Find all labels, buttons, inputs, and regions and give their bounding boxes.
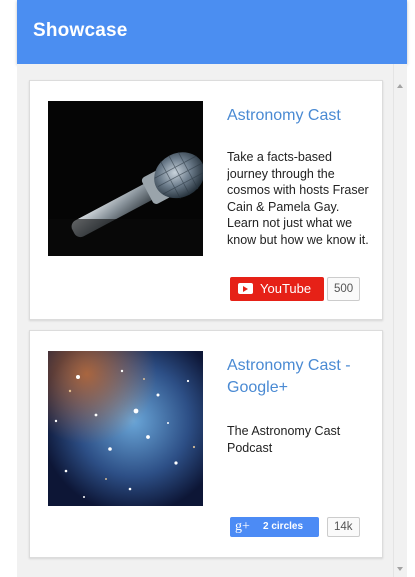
google-plus-button-label: 2 circles — [263, 521, 304, 532]
youtube-subscribe-button[interactable]: YouTube — [230, 277, 324, 301]
galaxy-image[interactable] — [48, 351, 203, 506]
card-description: Take a facts-based journey through the c… — [227, 150, 369, 247]
card-title-link[interactable]: Astronomy Cast — [227, 105, 377, 127]
card-title-link[interactable]: Astronomy Cast - Google+ — [227, 355, 377, 399]
subscriber-count: 500 — [327, 277, 361, 301]
scroll-up-icon[interactable] — [397, 84, 403, 88]
scrollbar[interactable] — [393, 64, 407, 577]
google-plus-follow-button[interactable]: g+ 2 circles — [230, 517, 319, 537]
showcase-list[interactable]: Astronomy Cast Take a facts-based journe… — [17, 64, 393, 577]
scroll-down-icon[interactable] — [397, 567, 403, 571]
showcase-card: Astronomy Cast Take a facts-based journe… — [29, 80, 383, 320]
google-plus-icon: g+ — [235, 519, 250, 534]
app-header: Showcase — [17, 0, 407, 64]
youtube-button-label: YouTube — [260, 281, 312, 296]
header-title: Showcase — [33, 20, 128, 41]
showcase-card: Astronomy Cast - Google+ The Astronomy C… — [29, 330, 383, 558]
microphone-image[interactable] — [48, 101, 203, 256]
card-description: The Astronomy Cast Podcast — [227, 424, 341, 455]
follower-count: 14k — [327, 517, 360, 537]
youtube-icon — [238, 283, 253, 294]
